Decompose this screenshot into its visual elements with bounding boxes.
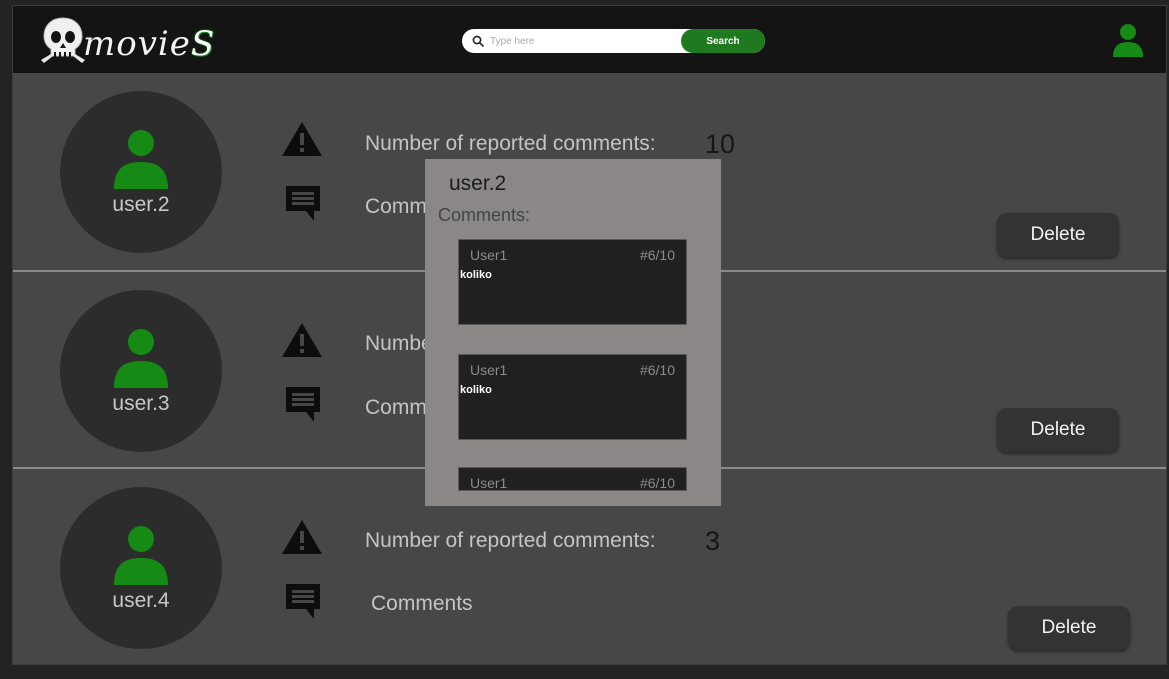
comment-rating: #6/10 xyxy=(639,475,675,491)
logo[interactable]: movieS xyxy=(41,14,221,70)
delete-button[interactable]: Delete xyxy=(1008,606,1130,650)
comment-icon xyxy=(286,387,320,422)
user-icon[interactable] xyxy=(1112,22,1144,58)
search-button[interactable]: Search xyxy=(681,29,765,53)
delete-button[interactable]: Delete xyxy=(997,213,1119,257)
comment-card[interactable]: User1 #6/10 xyxy=(458,467,687,491)
comment-rating: #6/10 xyxy=(639,362,675,378)
comment-icon xyxy=(286,186,320,221)
popup-comments-title: Comments: xyxy=(438,205,531,225)
warning-icon xyxy=(282,520,322,554)
search-icon xyxy=(472,35,484,47)
warning-icon xyxy=(282,323,322,357)
comments-link[interactable]: Comments xyxy=(371,592,473,616)
comments-popup: user.2 Comments: User1 #6/10 koliko User… xyxy=(425,159,721,506)
app-window: movieS Search user.2 xyxy=(12,5,1167,665)
search-input[interactable] xyxy=(490,29,680,53)
comment-text: koliko xyxy=(460,384,492,396)
skull-icon xyxy=(41,17,85,63)
popup-username: user.2 xyxy=(449,172,507,195)
comment-card[interactable]: User1 #6/10 koliko xyxy=(458,354,687,440)
avatar: user.4 xyxy=(60,487,222,649)
navbar: movieS Search xyxy=(13,6,1166,73)
reported-comments-count: 10 xyxy=(705,129,736,159)
reported-comments-label: Number of reported comments: xyxy=(365,529,656,552)
search-bar: Search xyxy=(462,29,765,53)
comment-icon xyxy=(286,584,320,619)
comment-card[interactable]: User1 #6/10 koliko xyxy=(458,239,687,325)
comment-author: User1 xyxy=(470,362,508,378)
comment-rating: #6/10 xyxy=(639,247,675,263)
reported-comments-label: Number of reported comments: xyxy=(365,132,656,155)
user-icon xyxy=(114,526,168,585)
avatar: user.2 xyxy=(60,91,222,253)
delete-button[interactable]: Delete xyxy=(997,408,1119,452)
comment-text: koliko xyxy=(460,269,492,281)
logo-text: movieS xyxy=(83,24,216,64)
warning-icon xyxy=(282,122,322,156)
user-icon xyxy=(114,130,168,189)
username: user.3 xyxy=(112,392,170,415)
user-icon xyxy=(114,329,168,388)
username: user.2 xyxy=(112,193,170,216)
reported-comments-count: 3 xyxy=(705,526,721,556)
comment-author: User1 xyxy=(470,475,508,491)
comment-author: User1 xyxy=(470,247,508,263)
avatar: user.3 xyxy=(60,290,222,452)
username: user.4 xyxy=(112,589,170,612)
